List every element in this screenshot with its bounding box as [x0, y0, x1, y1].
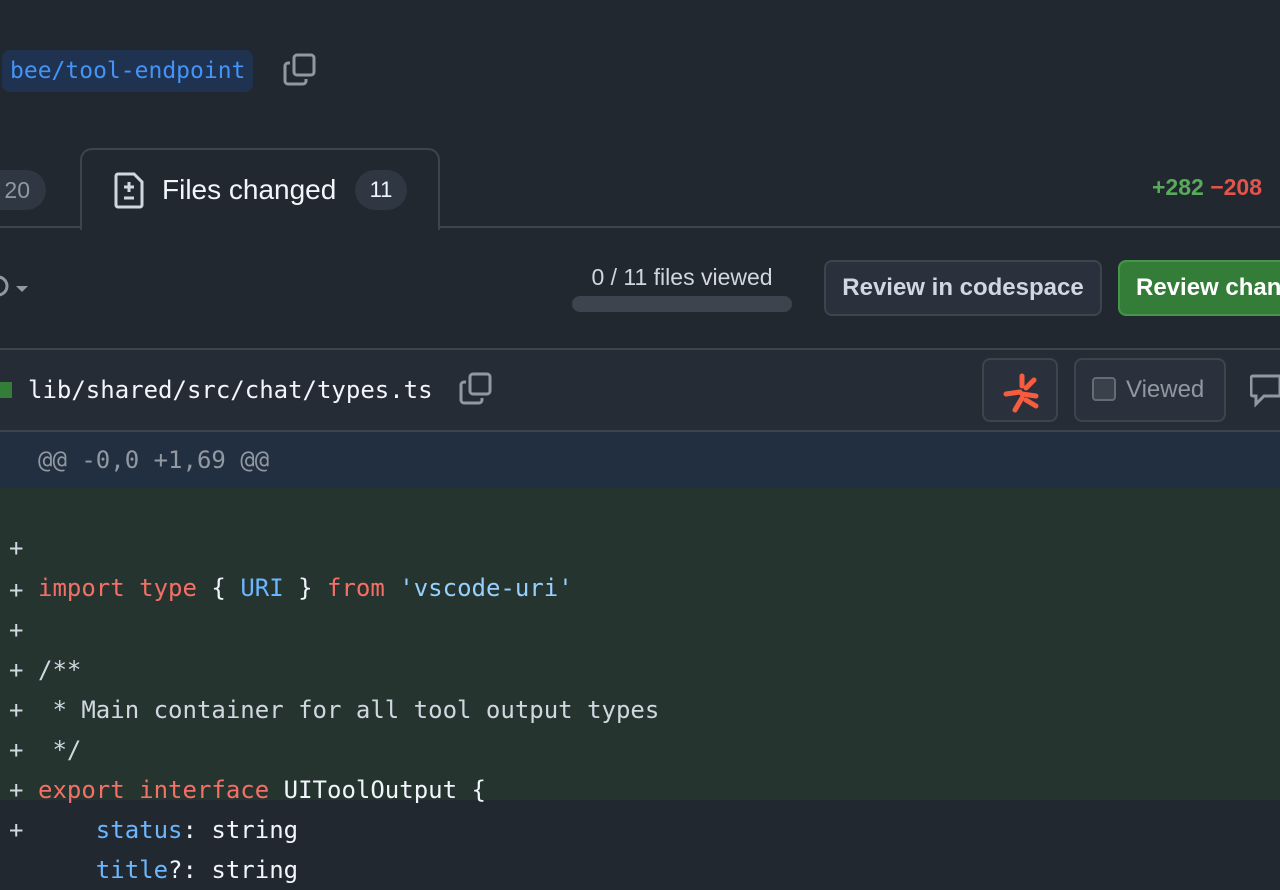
diff-line-3: + /**	[0, 570, 1280, 610]
diffstat-deletions: −208	[1210, 174, 1262, 200]
diff-line-4: + * Main container for all tool output t…	[0, 610, 1280, 650]
viewed-checkbox[interactable]	[1092, 377, 1116, 401]
tab-files-changed-count: 11	[355, 170, 407, 210]
diff-line-1: + import type { URI } from 'vscode-uri'	[0, 488, 1280, 528]
copy-branch-icon[interactable]	[282, 52, 318, 88]
diff-line-5: + */	[0, 650, 1280, 690]
comment-icon[interactable]	[1250, 374, 1280, 408]
gear-icon	[0, 268, 36, 308]
review-changes-button[interactable]: Review chan	[1118, 260, 1280, 316]
diff-code: title?: string	[38, 850, 298, 890]
files-viewed-counter: 0 / 11 files viewed	[572, 262, 792, 292]
tab-commits-count[interactable]: 20	[0, 170, 46, 210]
diffstat: +282 −208	[1152, 172, 1262, 202]
file-diffstat-marker	[0, 382, 12, 398]
diff-line-6: + export interface UIToolOutput {	[0, 690, 1280, 730]
viewed-label: Viewed	[1126, 374, 1204, 406]
tab-files-changed-label: Files changed	[162, 170, 336, 210]
diff-line-8: + title?: string	[0, 770, 1280, 810]
diff-code: status: string	[38, 810, 298, 850]
sparkle-icon	[1000, 370, 1044, 414]
diff-line-2: +	[0, 530, 1280, 570]
copy-path-icon[interactable]	[458, 371, 494, 407]
diff-add-sign: +	[9, 810, 23, 850]
chevron-down-icon	[16, 286, 28, 292]
diffstat-additions: +282	[1152, 174, 1204, 200]
file-path-link[interactable]: lib/shared/src/chat/types.ts	[28, 374, 433, 406]
branch-name-label[interactable]: bee/tool-endpoint	[2, 50, 253, 92]
review-in-codespace-button[interactable]: Review in codespace	[824, 260, 1102, 316]
ai-review-button[interactable]	[982, 358, 1058, 422]
file-diff-icon	[114, 171, 146, 209]
files-viewed-progress	[572, 296, 792, 312]
diff-line-7: + status: string	[0, 730, 1280, 770]
tab-commits-count-value: 20	[4, 170, 30, 210]
hunk-header: @@ -0,0 +1,69 @@	[38, 444, 269, 476]
settings-dropdown[interactable]	[0, 268, 36, 308]
